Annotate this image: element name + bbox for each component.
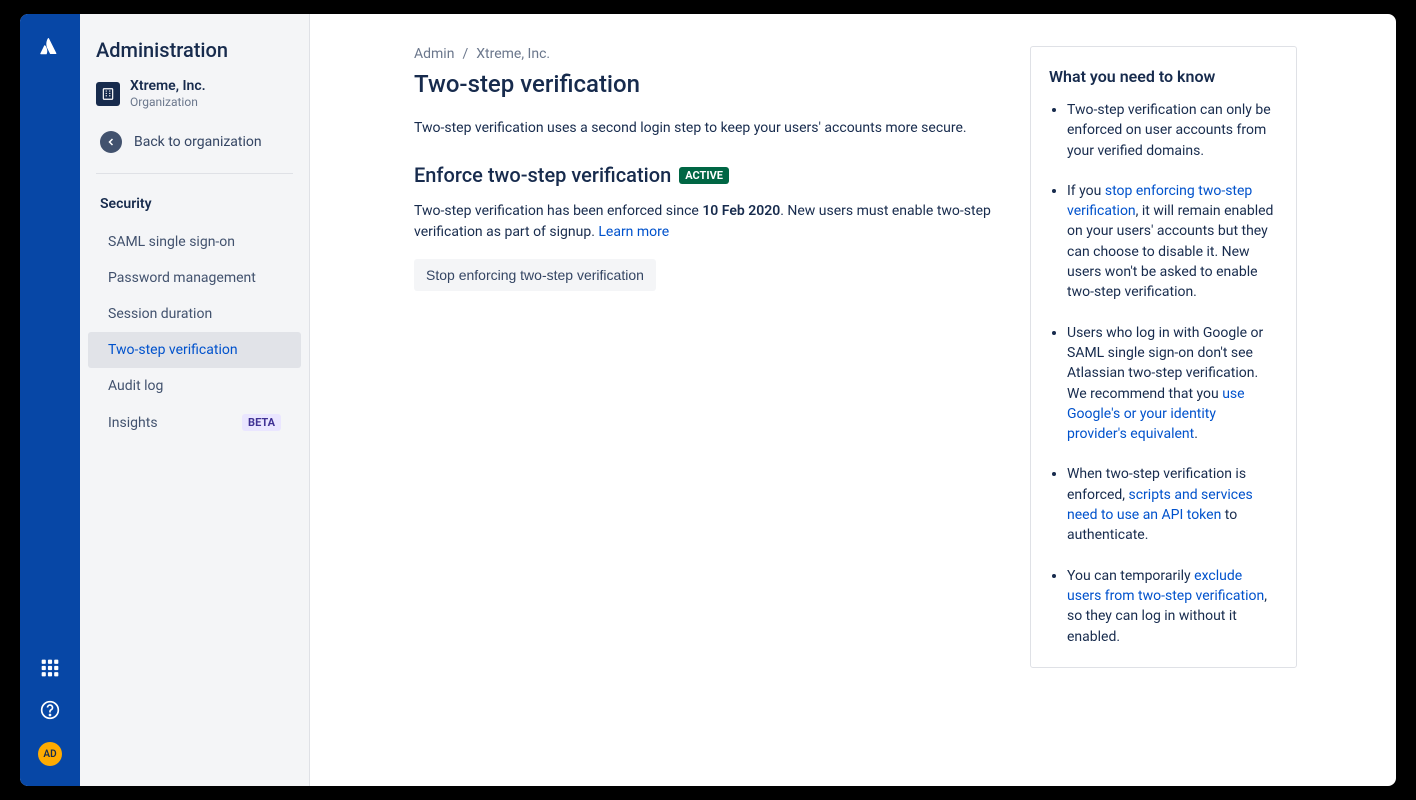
breadcrumb-admin[interactable]: Admin	[414, 46, 454, 62]
org-block[interactable]: Xtreme, Inc. Organization	[80, 78, 309, 121]
page-title: Two-step verification	[414, 70, 994, 98]
enforce-description: Two-step verification has been enforced …	[414, 201, 994, 243]
beta-badge: BETA	[242, 414, 281, 431]
main: Admin / Xtreme, Inc. Two-step verificati…	[310, 14, 1396, 786]
building-icon	[96, 82, 120, 106]
intro-text: Two-step verification uses a second logi…	[414, 118, 994, 139]
info-bullet: Two-step verification can only be enforc…	[1067, 100, 1278, 161]
info-bullet: You can temporarily exclude users from t…	[1067, 566, 1278, 647]
enforce-heading: Enforce two-step verification	[414, 163, 671, 187]
breadcrumb-org[interactable]: Xtreme, Inc.	[476, 46, 550, 62]
global-rail: AD	[20, 14, 80, 786]
nav-list: SAML single sign-on Password management …	[80, 224, 309, 441]
back-to-organization[interactable]: Back to organization	[80, 121, 309, 167]
sidebar-title: Administration	[80, 38, 309, 78]
atlassian-logo-icon	[38, 34, 62, 62]
info-bullet: When two-step verification is enforced, …	[1067, 464, 1278, 545]
help-icon[interactable]	[40, 700, 60, 724]
info-title: What you need to know	[1049, 67, 1278, 86]
arrow-left-circle-icon	[100, 131, 122, 153]
status-badge: ACTIVE	[679, 167, 729, 184]
info-bullet: Users who log in with Google or SAML sin…	[1067, 323, 1278, 445]
breadcrumb-sep: /	[462, 46, 468, 62]
back-label: Back to organization	[134, 134, 262, 150]
enforced-date: 10 Feb 2020	[702, 203, 780, 219]
org-sub: Organization	[130, 95, 206, 109]
sidebar-item-audit[interactable]: Audit log	[88, 368, 301, 404]
sidebar: Administration Xtreme, Inc. Organization…	[80, 14, 310, 786]
sidebar-item-insights[interactable]: Insights BETA	[88, 404, 301, 441]
info-list: Two-step verification can only be enforc…	[1049, 100, 1278, 647]
org-name: Xtreme, Inc.	[130, 78, 206, 95]
info-bullet: If you stop enforcing two-step verificat…	[1067, 181, 1278, 303]
apps-switcher-icon[interactable]	[40, 658, 60, 682]
breadcrumb: Admin / Xtreme, Inc.	[414, 46, 994, 62]
sidebar-item-saml[interactable]: SAML single sign-on	[88, 224, 301, 260]
learn-more-link[interactable]: Learn more	[598, 224, 669, 240]
stop-enforcing-button[interactable]: Stop enforcing two-step verification	[414, 259, 656, 291]
content: Admin / Xtreme, Inc. Two-step verificati…	[414, 46, 994, 754]
avatar[interactable]: AD	[38, 742, 62, 766]
divider	[96, 173, 293, 174]
sidebar-item-two-step[interactable]: Two-step verification	[88, 332, 301, 368]
info-panel: What you need to know Two-step verificat…	[1030, 46, 1297, 668]
sidebar-item-password[interactable]: Password management	[88, 260, 301, 296]
sidebar-item-session[interactable]: Session duration	[88, 296, 301, 332]
section-heading-security: Security	[80, 188, 309, 224]
